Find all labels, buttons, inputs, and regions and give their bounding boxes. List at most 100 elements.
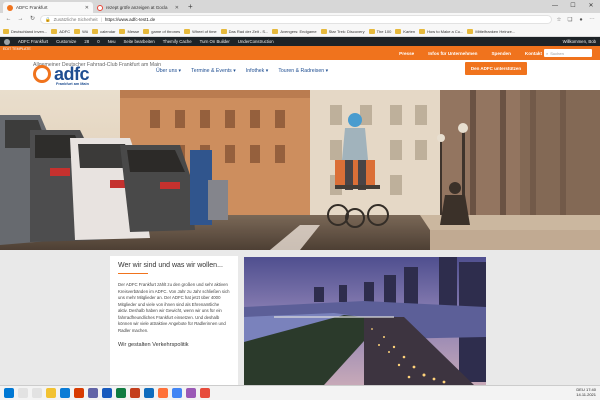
intro-heading: Wer wir sind und was wir wollen... xyxy=(118,262,223,269)
wp-themify-cache[interactable]: Themify Cache xyxy=(163,39,192,44)
taskbar xyxy=(0,385,600,400)
topbar-link-kontakt[interactable]: Kontakt xyxy=(525,51,542,56)
city-ride-image xyxy=(244,257,486,385)
wp-comments-count[interactable]: 0 xyxy=(97,39,99,44)
bookmark[interactable]: Avengers: Endgame xyxy=(272,28,317,34)
task-view-icon[interactable] xyxy=(32,388,42,398)
close-window-icon[interactable]: ✕ xyxy=(582,0,600,13)
bookmark[interactable]: ADFC xyxy=(51,28,70,34)
adfc-favicon-icon xyxy=(7,4,13,11)
wp-greeting[interactable]: Willkommen, Bob xyxy=(563,39,596,44)
more-icon[interactable]: ⋯ xyxy=(588,16,596,24)
folder-icon xyxy=(395,28,402,34)
outlook-icon[interactable] xyxy=(144,388,154,398)
bookmark-label: Wü xyxy=(82,28,89,34)
search-taskbar-icon[interactable] xyxy=(18,388,28,398)
new-tab-button[interactable]: + xyxy=(183,2,198,13)
firefox-icon[interactable] xyxy=(158,388,168,398)
bookmark-label: Das Rad der Zeit - S... xyxy=(228,28,269,34)
reload-icon[interactable]: ↻ xyxy=(28,15,37,24)
file-explorer-icon[interactable] xyxy=(46,388,56,398)
wp-new[interactable]: Neu xyxy=(108,39,116,44)
bookmark-label: Avengers: Endgame xyxy=(280,28,317,34)
site-logo[interactable]: adfc xyxy=(33,65,90,83)
browser-tab-google[interactable]: rezept gröfe anzeigen at Gocla ✕ xyxy=(93,2,183,13)
site-search-input[interactable]: ⌕ Suchen xyxy=(544,49,592,57)
bookmark-label: game of thrones xyxy=(151,28,181,34)
windows-start-icon[interactable] xyxy=(4,388,14,398)
bookmark-label: Deutschland inven... xyxy=(11,28,48,34)
bookmark-label: The 100 xyxy=(376,28,392,34)
wp-turn-on-builder[interactable]: Turn On Builder xyxy=(200,39,230,44)
folder-icon xyxy=(184,28,191,34)
bookmark[interactable]: Messe xyxy=(119,28,139,34)
search-placeholder: Suchen xyxy=(550,50,564,56)
bookmark[interactable]: Deutschland inven... xyxy=(3,28,48,34)
forward-icon[interactable]: → xyxy=(16,15,25,24)
nav-item-ueber-uns[interactable]: Über uns ▾ xyxy=(156,68,181,74)
back-icon[interactable]: ← xyxy=(4,15,13,24)
powerpoint-icon[interactable] xyxy=(130,388,140,398)
hero-street-scene xyxy=(0,90,600,250)
folder-icon xyxy=(92,28,99,34)
bookmark[interactable]: Star Trek: Discovery xyxy=(320,28,365,34)
bookmark-label: Star Trek: Discovery xyxy=(328,28,365,34)
nav-item-termine[interactable]: Termine & Events ▾ xyxy=(191,68,236,74)
star-icon[interactable]: ☆ xyxy=(555,16,563,24)
close-tab-icon[interactable]: ✕ xyxy=(175,5,179,11)
bookmark[interactable]: Das Rad der Zeit - S... xyxy=(220,28,269,34)
separator: | xyxy=(100,17,102,22)
system-tray[interactable]: DEU 17:40 14.11.2021 xyxy=(576,387,596,397)
chrome-icon[interactable] xyxy=(172,388,182,398)
nav-item-infothek[interactable]: Infothek ▾ xyxy=(246,68,269,74)
bookmark-label: Karten xyxy=(403,28,416,34)
support-button[interactable]: Den ADFC unterstützen xyxy=(465,62,527,75)
wp-under-construction[interactable]: UnderConstruction xyxy=(238,39,274,44)
teams-icon[interactable] xyxy=(88,388,98,398)
topbar-link-presse[interactable]: Presse xyxy=(399,51,414,56)
window-controls: — ☐ ✕ xyxy=(546,0,600,13)
edge-icon[interactable] xyxy=(60,388,70,398)
bookmark[interactable]: calendar xyxy=(92,28,116,34)
topbar-link-spenden[interactable]: Spenden xyxy=(491,51,510,56)
bookmark[interactable]: game of thrones xyxy=(143,28,181,34)
topbar-link-unternehmen[interactable]: Infos für Unternehmen xyxy=(428,51,477,56)
bookmark[interactable]: The 100 xyxy=(368,28,392,34)
maximize-icon[interactable]: ☐ xyxy=(564,0,582,13)
tab-label: ADFC Frankfurt xyxy=(16,5,48,10)
folder-icon xyxy=(51,28,58,34)
bookmark[interactable]: Wheel of time xyxy=(184,28,217,34)
bookmark[interactable]: Karten xyxy=(395,28,416,34)
bookmark[interactable]: Wü xyxy=(74,28,89,34)
adfc-logo-icon xyxy=(33,65,51,83)
app-icon[interactable] xyxy=(200,388,210,398)
folder-icon xyxy=(419,28,426,34)
office-icon[interactable] xyxy=(74,388,84,398)
wp-edit-page[interactable]: Seite bearbeiten xyxy=(123,39,154,44)
bookmark-label: Mittelfranken Heinze... xyxy=(475,28,516,34)
excel-icon[interactable] xyxy=(116,388,126,398)
folder-icon xyxy=(119,28,126,34)
wp-updates-count[interactable]: 28 xyxy=(84,39,89,44)
folder-icon xyxy=(3,28,9,34)
wp-site-name[interactable]: ADFC Frankfurt xyxy=(18,39,48,44)
edit-template-badge[interactable]: EDIT TEMPLATE xyxy=(0,46,34,52)
wp-customize[interactable]: Customize xyxy=(56,39,76,44)
profile-icon[interactable]: ● xyxy=(577,16,585,24)
collections-icon[interactable]: ❏ xyxy=(566,16,574,24)
bookmark[interactable]: How to Make a Cu... xyxy=(419,28,463,34)
clock-date: 14.11.2021 xyxy=(576,392,596,397)
bookmark-label: calendar xyxy=(100,28,116,34)
app-icon[interactable] xyxy=(186,388,196,398)
browser-tab-adfc[interactable]: ADFC Frankfurt ✕ xyxy=(3,2,93,13)
minimize-icon[interactable]: — xyxy=(546,0,564,13)
wordpress-icon[interactable] xyxy=(4,38,10,45)
bookmark[interactable]: Mittelfranken Heinze... xyxy=(467,28,516,34)
address-bar[interactable]: 🔒 Zusätzliche Sicherheit | https://www.a… xyxy=(40,15,552,24)
search-icon: ⌕ xyxy=(546,50,549,56)
word-icon[interactable] xyxy=(102,388,112,398)
wp-admin-bar: ADFC Frankfurt Customize 28 0 Neu Seite … xyxy=(0,37,600,46)
close-tab-icon[interactable]: ✕ xyxy=(85,5,89,11)
intro-card: Wer wir sind und was wir wollen... Der A… xyxy=(110,256,238,385)
nav-item-touren[interactable]: Touren & Radreisen ▾ xyxy=(278,68,328,74)
